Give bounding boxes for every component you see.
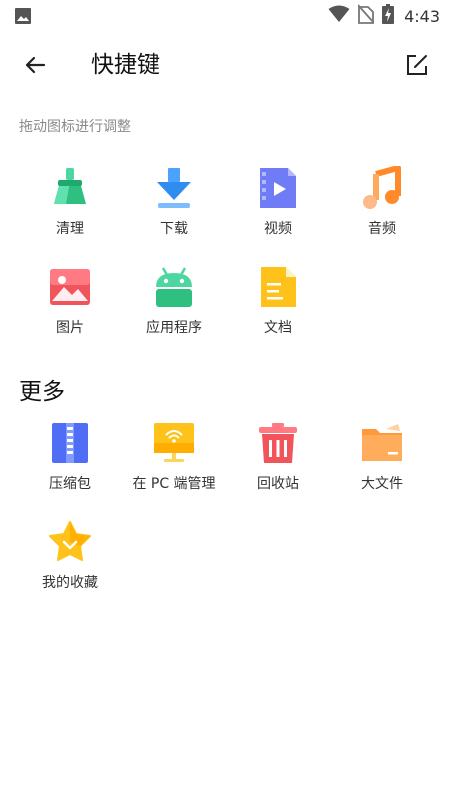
shortcut-video[interactable]: 视频 [226, 160, 330, 259]
folder-icon [360, 421, 404, 465]
battery-charging-icon [382, 4, 395, 28]
star-icon [48, 520, 92, 564]
picture-icon [48, 265, 92, 309]
document-icon [256, 265, 300, 309]
no-sim-icon [357, 4, 375, 28]
more-label: 我的收藏 [42, 575, 98, 591]
shortcut-label: 清理 [56, 221, 84, 237]
edit-button[interactable] [402, 52, 432, 82]
shortcut-label: 应用程序 [146, 320, 202, 336]
more-favorites[interactable]: 我的收藏 [18, 514, 122, 613]
more-label: 在 PC 端管理 [132, 476, 216, 492]
video-icon [256, 166, 300, 210]
app-bar: 快捷键 [0, 40, 450, 94]
edit-icon [405, 53, 429, 81]
download-icon [152, 166, 196, 210]
arrow-left-icon [23, 53, 47, 81]
more-large-files[interactable]: 大文件 [330, 415, 434, 514]
shortcut-label: 图片 [56, 320, 84, 336]
shortcut-clean[interactable]: 清理 [18, 160, 122, 259]
shortcut-label: 音频 [368, 221, 396, 237]
shortcut-apps[interactable]: 应用程序 [122, 259, 226, 358]
more-archive[interactable]: 压缩包 [18, 415, 122, 514]
shortcut-grid: 清理 下载 视频 音频 图片 应用程序 文档 [18, 160, 434, 358]
shortcut-label: 文档 [264, 320, 292, 336]
more-pc-manage[interactable]: 在 PC 端管理 [122, 415, 226, 514]
android-icon [152, 265, 196, 309]
zip-icon [48, 421, 92, 465]
music-icon [360, 166, 404, 210]
more-label: 回收站 [257, 476, 299, 492]
drag-hint: 拖动图标进行调整 [19, 119, 131, 135]
more-label: 压缩包 [49, 476, 91, 492]
shortcut-download[interactable]: 下载 [122, 160, 226, 259]
shortcut-docs[interactable]: 文档 [226, 259, 330, 358]
trash-icon [256, 421, 300, 465]
status-time: 4:43 [404, 6, 440, 26]
back-button[interactable] [20, 52, 50, 82]
more-recycle-bin[interactable]: 回收站 [226, 415, 330, 514]
broom-icon [48, 166, 92, 210]
page-title: 快捷键 [91, 52, 160, 78]
pc-wifi-icon [152, 421, 196, 465]
wifi-icon [328, 5, 350, 27]
more-section-title: 更多 [19, 379, 65, 405]
more-label: 大文件 [361, 476, 403, 492]
shortcut-audio[interactable]: 音频 [330, 160, 434, 259]
shortcut-pictures[interactable]: 图片 [18, 259, 122, 358]
image-notification-icon [14, 7, 32, 29]
more-grid: 压缩包 在 PC 端管理 回收站 大文件 我的收藏 [18, 415, 434, 613]
status-bar: 4:43 [0, 0, 450, 30]
shortcut-label: 视频 [264, 221, 292, 237]
shortcut-label: 下载 [160, 221, 188, 237]
